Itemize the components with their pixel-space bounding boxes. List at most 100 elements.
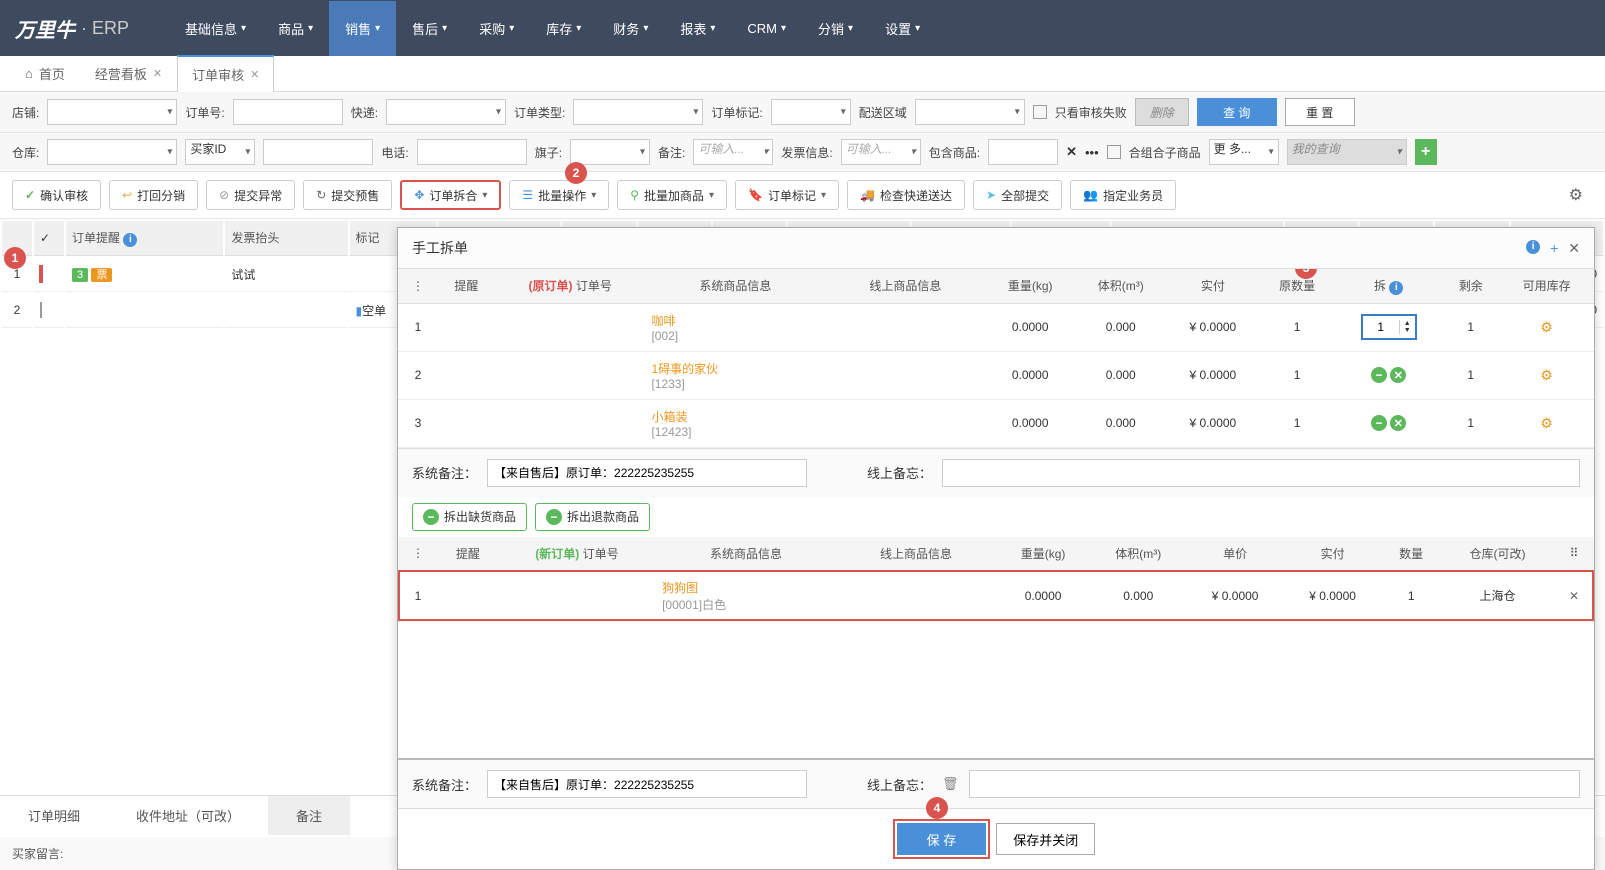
table-row[interactable]: 2 1碍事的家伙[1233] 0.0000 0.000 ¥ 0.0000 1 −… bbox=[398, 351, 1594, 399]
nav-sales[interactable]: 销售▾ bbox=[329, 1, 396, 56]
nav-crm[interactable]: CRM▾ bbox=[731, 1, 802, 56]
link-icon: ⚲ bbox=[630, 188, 639, 202]
split-merge-button[interactable]: ✥订单拆合▾ bbox=[400, 180, 501, 210]
remark-input[interactable] bbox=[487, 770, 807, 798]
info-icon[interactable]: i bbox=[1526, 240, 1540, 254]
submit-all-button[interactable]: ➤全部提交 bbox=[973, 180, 1062, 210]
save-button[interactable]: 保 存 bbox=[897, 823, 987, 855]
trash-icon[interactable]: 🗑 bbox=[942, 776, 959, 792]
badge-count: 3 bbox=[72, 268, 88, 282]
plane-icon: ➤ bbox=[986, 188, 996, 202]
stock-icon[interactable]: ⚙ bbox=[1540, 415, 1553, 431]
ordermark-select[interactable]: ▾ bbox=[771, 99, 851, 125]
remove-icon[interactable]: ✕ bbox=[1390, 367, 1406, 383]
table-row[interactable]: 1 狗狗图[00001]白色 0.0000 0.000 ¥ 0.0000 ¥ 0… bbox=[398, 570, 1594, 621]
ordertype-select[interactable]: ▾ bbox=[573, 99, 703, 125]
split-qty-input[interactable]: ▲▼ bbox=[1361, 314, 1417, 340]
remove-icon[interactable]: ✕ bbox=[1569, 589, 1579, 603]
table-row[interactable]: 1 咖啡[002] 0.0000 0.000 ¥ 0.0000 1 ▲▼ 1 ⚙ bbox=[398, 303, 1594, 351]
split-order-modal: 手工拆单 i + ✕ ⋮ 提醒 (原订单) 订单号 系统商品信息 线上商品信息 … bbox=[397, 227, 1595, 870]
close-icon[interactable]: ✕ bbox=[250, 68, 259, 81]
phone-input[interactable] bbox=[417, 139, 527, 165]
delete-button[interactable]: 删除 bbox=[1135, 98, 1189, 126]
add-icon[interactable]: + bbox=[1550, 240, 1558, 257]
query-button[interactable]: 查 询 bbox=[1197, 98, 1277, 126]
flag-select[interactable]: ▾ bbox=[570, 139, 650, 165]
return-dist-button[interactable]: ↩打回分销 bbox=[109, 180, 198, 210]
remark-select[interactable]: 可输入...▾ bbox=[693, 139, 773, 165]
gear-icon[interactable]: ⚙ bbox=[1559, 185, 1593, 205]
nav-purchase[interactable]: 采购▾ bbox=[463, 1, 530, 56]
row-checkbox[interactable] bbox=[40, 266, 42, 282]
chevron-up-icon[interactable]: ▲ bbox=[1400, 320, 1415, 327]
assign-sales-button[interactable]: 👥指定业务员 bbox=[1070, 180, 1176, 210]
contain-input[interactable] bbox=[988, 139, 1058, 165]
close-icon[interactable]: ✕ bbox=[1568, 240, 1580, 257]
batch-add-button[interactable]: ⚲批量加商品▾ bbox=[617, 180, 727, 210]
refresh-icon: ↻ bbox=[316, 188, 326, 202]
tab-dashboard[interactable]: 经营看板✕ bbox=[80, 55, 177, 91]
nav-settings[interactable]: 设置▾ bbox=[869, 1, 936, 56]
modal-footer: 4 保 存 保存并关闭 bbox=[398, 808, 1594, 869]
stock-icon[interactable]: ⚙ bbox=[1540, 367, 1553, 383]
tab-home[interactable]: ⌂首页 bbox=[10, 55, 80, 91]
invoice-select[interactable]: 可输入...▾ bbox=[841, 139, 921, 165]
nav-basic[interactable]: 基础信息▾ bbox=[169, 1, 262, 56]
reset-button[interactable]: 重 置 bbox=[1285, 98, 1355, 126]
buyerid-input[interactable] bbox=[263, 139, 373, 165]
info-icon: i bbox=[123, 233, 137, 247]
buyerid-select[interactable]: 买家ID▾ bbox=[185, 139, 255, 165]
clear-icon[interactable]: ✕ bbox=[1066, 144, 1077, 160]
nav-product[interactable]: 商品▾ bbox=[262, 1, 329, 56]
save-close-button[interactable]: 保存并关闭 bbox=[996, 823, 1095, 855]
nav-stock[interactable]: 库存▾ bbox=[530, 1, 597, 56]
row-checkbox[interactable] bbox=[40, 302, 42, 318]
stock-icon[interactable]: ⚙ bbox=[1540, 319, 1553, 335]
check-express-button[interactable]: 🚚检查快递送达 bbox=[847, 180, 965, 210]
modal-header: 手工拆单 i + ✕ bbox=[398, 228, 1594, 269]
phone-label: 电话: bbox=[381, 144, 408, 161]
orderno-input[interactable] bbox=[233, 99, 343, 125]
minus-icon[interactable]: − bbox=[1371, 367, 1387, 383]
deliverarea-select[interactable]: ▾ bbox=[915, 99, 1025, 125]
split-refund-button[interactable]: −拆出退款商品 bbox=[535, 503, 650, 531]
wh-select[interactable]: ▾ bbox=[47, 139, 177, 165]
more-select[interactable]: 更 多...▾ bbox=[1209, 139, 1279, 165]
more-icon[interactable]: ••• bbox=[1085, 145, 1099, 160]
remark-input[interactable] bbox=[487, 459, 807, 487]
nav-finance[interactable]: 财务▾ bbox=[597, 1, 664, 56]
memo-input[interactable] bbox=[969, 770, 1580, 798]
nav-aftersales[interactable]: 售后▾ bbox=[396, 1, 463, 56]
myquery-select[interactable]: 我的查询▾ bbox=[1287, 139, 1407, 165]
tab-address[interactable]: 收件地址（可改） bbox=[108, 796, 268, 835]
shop-select[interactable]: ▾ bbox=[47, 99, 177, 125]
tab-detail[interactable]: 订单明细 bbox=[0, 796, 108, 835]
express-select[interactable]: ▾ bbox=[386, 99, 506, 125]
table-row[interactable]: 3 小箱装[12423] 0.0000 0.000 ¥ 0.0000 1 − ✕… bbox=[398, 399, 1594, 447]
submit-presale-button[interactable]: ↻提交预售 bbox=[303, 180, 392, 210]
nav-distribute[interactable]: 分销▾ bbox=[802, 1, 869, 56]
confirm-audit-button[interactable]: ✓确认审核 bbox=[12, 180, 101, 210]
order-mark-button[interactable]: 🔖订单标记▾ bbox=[735, 180, 839, 210]
toolbar: ✓确认审核 ↩打回分销 ⊘提交异常 ↻提交预售 ✥订单拆合▾ ☰批量操作▾ ⚲批… bbox=[0, 172, 1605, 219]
shop-label: 店铺: bbox=[12, 104, 39, 121]
invoice-label: 发票信息: bbox=[781, 144, 832, 161]
move-icon: ✥ bbox=[414, 188, 424, 202]
nav-report[interactable]: 报表▾ bbox=[664, 1, 731, 56]
remove-icon[interactable]: ✕ bbox=[1390, 415, 1406, 431]
submit-exception-button[interactable]: ⊘提交异常 bbox=[206, 180, 295, 210]
tabs-bar: ⌂首页 经营看板✕ 订单审核✕ bbox=[0, 56, 1605, 92]
add-button[interactable]: + bbox=[1415, 139, 1437, 165]
new-remark-row: 系统备注： 线上备忘： 🗑 bbox=[398, 758, 1594, 808]
tab-remark[interactable]: 备注 bbox=[268, 796, 350, 835]
memo-input[interactable] bbox=[942, 459, 1580, 487]
chevron-down-icon[interactable]: ▼ bbox=[1400, 327, 1415, 334]
onlyfail-checkbox[interactable] bbox=[1033, 105, 1047, 119]
close-icon[interactable]: ✕ bbox=[153, 67, 162, 80]
split-oos-button[interactable]: −拆出缺货商品 bbox=[412, 503, 527, 531]
batch-op-button[interactable]: ☰批量操作▾ bbox=[509, 180, 609, 210]
combo-checkbox[interactable] bbox=[1107, 145, 1121, 159]
minus-icon[interactable]: − bbox=[1371, 415, 1387, 431]
memo-label: 线上备忘： bbox=[867, 775, 932, 794]
tab-order-audit[interactable]: 订单审核✕ bbox=[177, 55, 274, 92]
